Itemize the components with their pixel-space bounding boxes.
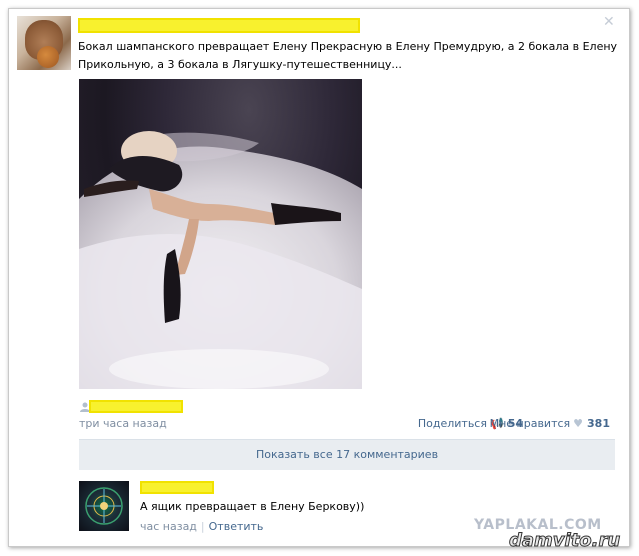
author-name-redacted[interactable] xyxy=(78,18,360,33)
post-time[interactable]: три часа назад xyxy=(79,417,167,430)
likes-count: 381 xyxy=(587,417,610,430)
photo-snow-scene xyxy=(79,131,362,389)
watermark-secondary: damvito.ru xyxy=(508,530,621,552)
comment-meta: час назад | Ответить xyxy=(140,520,263,533)
comment-text: А ящик превращает в Елену Беркову)) xyxy=(140,500,365,513)
like-button[interactable]: Мне нравится ♥ 381 xyxy=(490,417,610,430)
post-text: Бокал шампанского превращает Елену Прекр… xyxy=(78,40,618,71)
photo-owner-redacted[interactable] xyxy=(89,400,183,413)
comment-meta-separator: | xyxy=(200,520,205,533)
commenter-avatar[interactable] xyxy=(79,481,129,531)
comment-time[interactable]: час назад xyxy=(140,520,197,533)
likes-label: Мне нравится xyxy=(489,417,571,430)
commenter-name-redacted[interactable] xyxy=(140,481,214,494)
heart-icon: ♥ xyxy=(573,417,584,430)
author-avatar[interactable] xyxy=(17,16,71,70)
close-icon[interactable]: ✕ xyxy=(603,15,615,29)
share-label: Поделиться xyxy=(417,417,487,430)
show-all-comments-button[interactable]: Показать все 17 комментариев xyxy=(79,439,615,470)
reply-button[interactable]: Ответить xyxy=(209,520,264,533)
post-photo[interactable] xyxy=(79,79,362,389)
commenter-avatar-art xyxy=(85,487,123,525)
post-actions: три часа назад Поделиться 📢 54 Мне нравитс… xyxy=(79,399,615,430)
